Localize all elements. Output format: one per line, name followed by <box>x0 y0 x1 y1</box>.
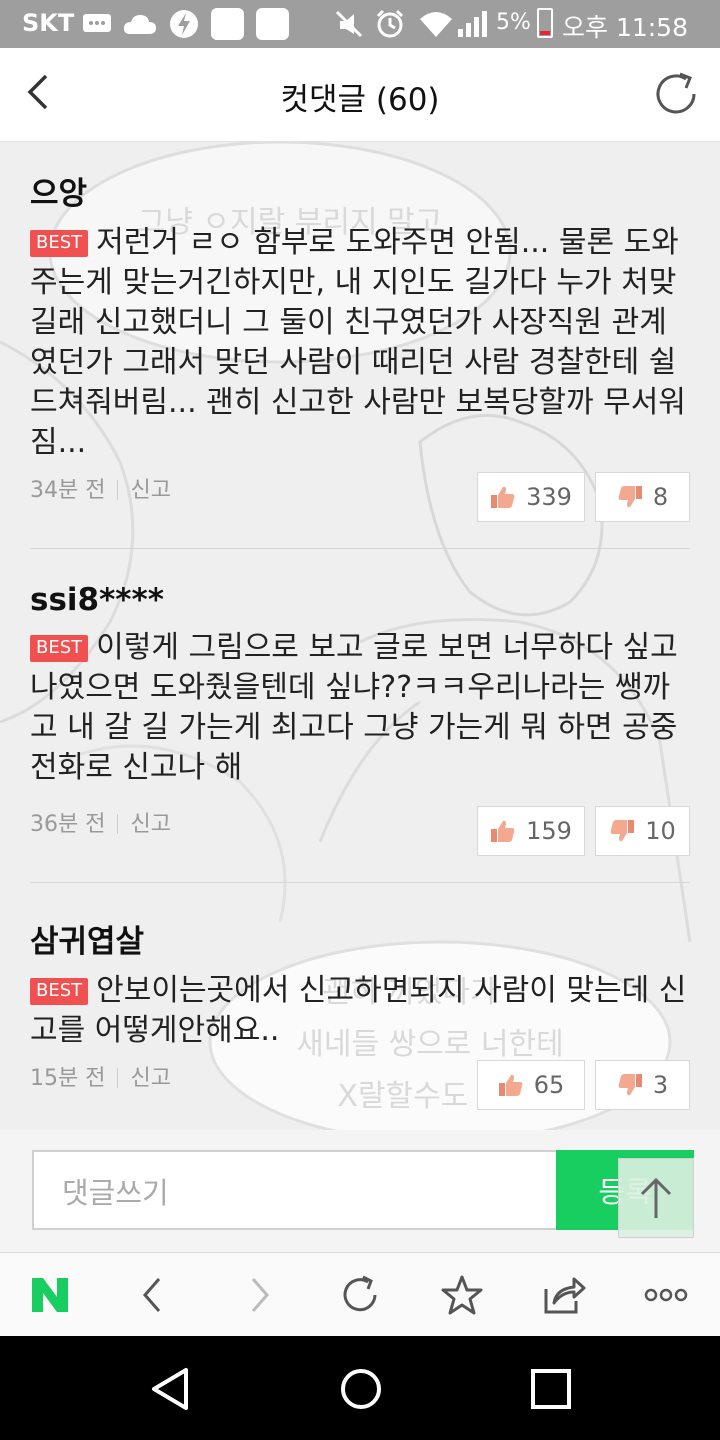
dislike-count: 8 <box>652 483 669 511</box>
meta-divider <box>117 480 119 500</box>
comment-item: ssi8**** BEST 이렇게 그림으로 보고 글로 보면 너무하다 싶고 나… <box>30 582 690 862</box>
triangle-back-icon <box>152 1368 188 1410</box>
clock: 오후 11:58 <box>562 13 688 42</box>
more-button[interactable] <box>644 1273 688 1317</box>
comment-text: 이렇게 그림으로 보고 글로 보면 너무하다 싶고 나였으면 도와줬을텐데 싶냐… <box>30 630 678 785</box>
naver-home-button[interactable] <box>28 1273 72 1317</box>
dislike-count: 3 <box>652 1071 669 1099</box>
comment-item: 삼귀엽살 BEST 안보이는곳에서 신고하면되지 사람이 맞는데 신고를 어떻게안… <box>30 916 690 1116</box>
comment-author[interactable]: 삼귀엽살 <box>30 916 690 961</box>
chevron-left-icon <box>143 1278 161 1312</box>
dislike-button[interactable]: 10 <box>595 806 690 856</box>
browser-forward-button[interactable] <box>238 1273 282 1317</box>
dislike-button[interactable]: 3 <box>595 1060 690 1110</box>
battery-icon <box>537 8 553 38</box>
thumbs-up-icon <box>491 820 515 842</box>
best-badge: BEST <box>30 635 89 662</box>
comment-meta: 36분 전 신고 <box>30 806 171 838</box>
meta-divider <box>117 814 119 834</box>
comment-text: 저런거 ㄹㅇ 함부로 도와주면 안됨... 물론 도와주는게 맞는거긴하지만, … <box>30 225 686 460</box>
comment-time: 36분 전 <box>30 812 106 837</box>
browser-refresh-button[interactable] <box>338 1273 382 1317</box>
page-title: 컷댓글 (60) <box>280 82 440 118</box>
power-saving-icon <box>168 8 200 40</box>
like-button[interactable]: 159 <box>477 806 585 856</box>
share-icon <box>544 1277 586 1314</box>
arrow-up-icon <box>640 1177 672 1218</box>
vote-buttons: 159 10 <box>477 806 690 856</box>
naver-logo-icon <box>32 1278 68 1312</box>
share-button[interactable] <box>542 1273 586 1317</box>
refresh-icon <box>656 72 696 114</box>
report-link[interactable]: 신고 <box>130 1066 170 1091</box>
message-icon <box>82 8 112 40</box>
comment-write-bar: 댓글쓰기 등록 <box>0 1130 720 1252</box>
chevron-right-icon <box>251 1278 269 1312</box>
report-link[interactable]: 신고 <box>130 478 170 503</box>
comment-body: BEST 저런거 ㄹㅇ 함부로 도와주면 안됨... 물론 도와주는게 맞는거긴하… <box>30 223 690 463</box>
comment-author[interactable]: ssi8**** <box>30 582 690 618</box>
notification-icon <box>211 8 244 40</box>
best-badge: BEST <box>30 230 89 257</box>
notification-icon <box>256 8 289 40</box>
like-button[interactable]: 339 <box>477 472 585 522</box>
refresh-icon <box>343 1275 377 1312</box>
mute-icon <box>334 8 364 40</box>
alarm-icon <box>374 8 406 40</box>
status-bar: SKT 5% 오후 11:58 <box>0 0 720 48</box>
cloud-icon <box>122 8 158 40</box>
like-count: 339 <box>526 483 572 511</box>
star-icon <box>441 1275 483 1315</box>
comment-divider <box>30 882 690 883</box>
meta-divider <box>117 1068 119 1088</box>
thumbs-down-icon <box>610 820 635 842</box>
vote-buttons: 65 3 <box>477 1060 690 1110</box>
system-nav-bar <box>0 1336 720 1440</box>
dislike-count: 10 <box>645 817 676 845</box>
scroll-to-top-button[interactable] <box>618 1158 694 1238</box>
comment-time: 34분 전 <box>30 478 106 503</box>
comment-meta: 15분 전 신고 <box>30 1060 171 1092</box>
nav-home-button[interactable] <box>336 1364 386 1414</box>
dislike-button[interactable]: 8 <box>595 472 690 522</box>
wifi-icon <box>418 8 454 40</box>
like-button[interactable]: 65 <box>477 1060 585 1110</box>
comment-text: 안보이는곳에서 신고하면되지 사람이 맞는데 신고를 어떻게안해요.. <box>30 973 687 1048</box>
thumbs-up-icon <box>491 486 515 508</box>
thumbs-up-icon <box>498 1074 523 1096</box>
signal-icon <box>456 8 490 40</box>
thumbs-down-icon <box>618 486 642 508</box>
bookmark-button[interactable] <box>440 1273 484 1317</box>
report-link[interactable]: 신고 <box>130 812 170 837</box>
comment-divider <box>30 548 690 549</box>
comment-body: BEST 안보이는곳에서 신고하면되지 사람이 맞는데 신고를 어떻게안해요.. <box>30 971 690 1051</box>
more-dots-icon <box>644 1288 688 1302</box>
browser-toolbar <box>0 1252 720 1336</box>
comment-list[interactable]: 그냥 ㅇ지랄 부리지 말고 괜히 끼었다가 새네들 쌍으로 너한테 X랄할수도 … <box>0 142 720 1130</box>
like-count: 65 <box>533 1071 565 1099</box>
comment-input[interactable]: 댓글쓰기 <box>32 1150 558 1230</box>
vote-buttons: 339 8 <box>477 472 690 522</box>
battery-percent: 5% <box>496 10 531 35</box>
page-header: 컷댓글 (60) <box>0 48 720 142</box>
carrier-label: SKT <box>22 9 75 37</box>
comment-body: BEST 이렇게 그림으로 보고 글로 보면 너무하다 싶고 나였으면 도와줬을텐… <box>30 628 690 788</box>
best-badge: BEST <box>30 978 89 1005</box>
square-recents-icon <box>531 1369 571 1409</box>
browser-back-button[interactable] <box>130 1273 174 1317</box>
nav-recents-button[interactable] <box>526 1364 576 1414</box>
comment-author[interactable]: 으앙 <box>30 168 690 213</box>
refresh-button[interactable] <box>650 68 702 120</box>
comment-item: 으앙 BEST 저런거 ㄹㅇ 함부로 도와주면 안됨... 물론 도와주는게 맞는… <box>30 168 690 528</box>
comment-meta: 34분 전 신고 <box>30 472 171 504</box>
thumbs-down-icon <box>618 1074 642 1096</box>
circle-home-icon <box>341 1369 381 1409</box>
nav-back-button[interactable] <box>146 1364 196 1414</box>
comment-time: 15분 전 <box>30 1066 106 1091</box>
like-count: 159 <box>526 817 572 845</box>
